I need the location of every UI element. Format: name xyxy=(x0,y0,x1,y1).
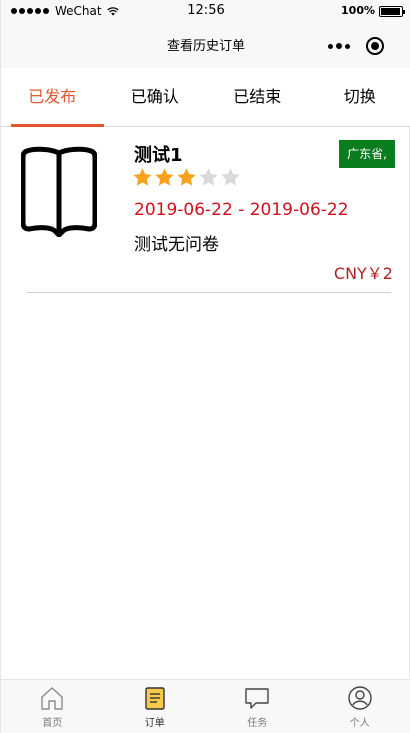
tabbar-item-tasks[interactable]: 任务 xyxy=(206,680,309,733)
tabbar-item-orders[interactable]: 订单 xyxy=(104,680,207,733)
tabbar-label-home: 首页 xyxy=(42,718,63,729)
star-empty-icon xyxy=(221,168,240,186)
tabbar-item-home[interactable]: 首页 xyxy=(1,680,104,733)
order-card[interactable]: 测试1 广东省, 2019-06-22 - 2019-06-22 测试无问卷 C… xyxy=(1,127,410,293)
nav-bar: 查看历史订单 xyxy=(1,22,410,68)
order-icon xyxy=(145,687,165,710)
bottom-tab-bar: 首页 订单 任务 个人 xyxy=(1,679,410,733)
star-filled-icon xyxy=(133,168,152,186)
battery-icon xyxy=(379,6,405,17)
order-price: CNY￥2 xyxy=(333,264,393,283)
book-icon xyxy=(21,146,97,237)
tab-confirmed[interactable]: 已确认 xyxy=(104,68,207,126)
person-icon xyxy=(348,686,372,710)
star-filled-icon xyxy=(155,168,174,186)
tabbar-item-profile[interactable]: 个人 xyxy=(309,680,410,733)
status-bar: WeChat 12:56 100% xyxy=(1,0,410,22)
more-menu-icon[interactable] xyxy=(321,32,357,60)
tabbar-label-tasks: 任务 xyxy=(247,718,268,729)
tabbar-label-profile: 个人 xyxy=(349,718,370,729)
star-empty-icon xyxy=(199,168,218,186)
region-badge: 广东省, xyxy=(339,140,395,168)
tab-switch[interactable]: 切换 xyxy=(309,68,410,126)
star-filled-icon xyxy=(177,168,196,186)
mini-program-capsule xyxy=(321,32,393,60)
tab-published[interactable]: 已发布 xyxy=(1,68,104,127)
order-dates: 2019-06-22 - 2019-06-22 xyxy=(134,200,349,220)
screen: WeChat 12:56 100% 查看历史订单 已发布 已确认 已结束 切换 xyxy=(0,0,410,733)
home-icon xyxy=(41,687,63,710)
divider xyxy=(27,292,391,293)
close-mini-program-icon[interactable] xyxy=(357,32,393,60)
order-status-tabs: 已发布 已确认 已结束 切换 xyxy=(1,68,410,127)
task-icon xyxy=(245,688,269,709)
order-description: 测试无问卷 xyxy=(134,235,219,255)
rating-stars xyxy=(132,167,241,188)
tabbar-label-orders: 订单 xyxy=(144,718,165,729)
order-name: 测试1 xyxy=(134,145,183,166)
battery-percent: 100% xyxy=(341,4,375,17)
tab-finished[interactable]: 已结束 xyxy=(206,68,309,126)
